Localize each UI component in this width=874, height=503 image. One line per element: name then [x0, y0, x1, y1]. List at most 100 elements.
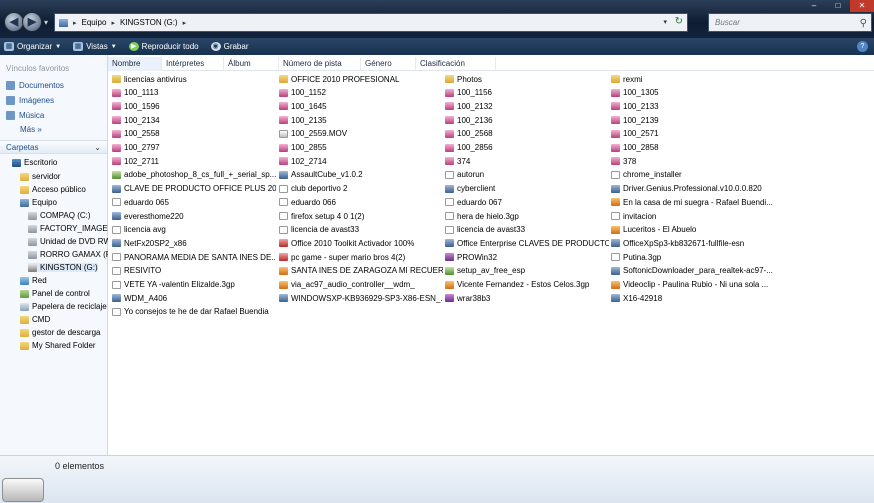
- tree-item-servidor[interactable]: servidor: [20, 172, 60, 181]
- file-item[interactable]: invitacion: [611, 210, 773, 222]
- more-favorites-link[interactable]: Más »: [20, 125, 42, 134]
- file-item[interactable]: 378: [611, 155, 773, 167]
- file-item[interactable]: Vicente Fernandez - Estos Celos.3gp: [445, 279, 609, 291]
- file-item[interactable]: autorun: [445, 169, 609, 181]
- tree-item-dvd[interactable]: Unidad de DVD RW: [28, 237, 111, 246]
- folders-header[interactable]: Carpetas ⌄: [0, 140, 107, 154]
- tree-item-panel-de-control[interactable]: Panel de control: [20, 289, 90, 298]
- file-item[interactable]: OFFICE 2010 PROFESIONAL: [279, 73, 443, 85]
- organize-button[interactable]: ▦ Organizar ▼: [4, 42, 61, 51]
- file-item[interactable]: setup_av_free_esp: [445, 265, 609, 277]
- views-button[interactable]: ▦ Vistas ▼: [73, 42, 117, 51]
- file-item[interactable]: Yo consejos te he de dar Rafael Buendia: [112, 306, 276, 318]
- chevron-right-icon[interactable]: ▸: [73, 19, 77, 27]
- file-item[interactable]: 102_2714: [279, 155, 443, 167]
- file-item[interactable]: 100_2855: [279, 142, 443, 154]
- file-item[interactable]: eduardo 066: [279, 196, 443, 208]
- recent-pages-dropdown-icon[interactable]: ▾: [44, 18, 48, 27]
- file-item[interactable]: PANORAMA MEDIA DE SANTA INES DE...: [112, 251, 276, 263]
- file-item[interactable]: 100_1152: [279, 87, 443, 99]
- file-item[interactable]: Photos: [445, 73, 609, 85]
- file-item[interactable]: licencias antivirus: [112, 73, 276, 85]
- breadcrumb-equipo[interactable]: Equipo: [82, 18, 107, 27]
- file-item[interactable]: cyberclient: [445, 183, 609, 195]
- chevron-right-icon[interactable]: ▸: [183, 19, 187, 27]
- file-item[interactable]: PROWin32: [445, 251, 609, 263]
- file-item[interactable]: wrar38b3: [445, 292, 609, 304]
- file-item[interactable]: 100_1113: [112, 87, 276, 99]
- tree-item-equipo[interactable]: Equipo: [20, 198, 57, 207]
- tree-item-acceso-publico[interactable]: Acceso público: [20, 185, 86, 194]
- favorite-musica[interactable]: Música: [6, 111, 44, 120]
- file-item[interactable]: OfficeXpSp3-kb832671-fullfile-esn: [611, 237, 773, 249]
- file-item[interactable]: WINDOWSXP-KB936929-SP3-X86-ESN_...: [279, 292, 443, 304]
- file-item[interactable]: 100_2133: [611, 100, 773, 112]
- tree-item-papelera[interactable]: Papelera de reciclaje: [20, 302, 107, 311]
- file-item[interactable]: eduardo 067: [445, 196, 609, 208]
- minimize-button[interactable]: –: [802, 0, 826, 12]
- file-item[interactable]: 100_2558: [112, 128, 276, 140]
- file-item[interactable]: Luceritos - El Abuelo: [611, 224, 773, 236]
- file-item[interactable]: NetFx20SP2_x86: [112, 237, 276, 249]
- file-item[interactable]: licencia avg: [112, 224, 276, 236]
- file-item[interactable]: 100_1156: [445, 87, 609, 99]
- tree-item-my-shared-folder[interactable]: My Shared Folder: [20, 341, 96, 350]
- file-item[interactable]: 100_2139: [611, 114, 773, 126]
- file-item[interactable]: Putina.3gp: [611, 251, 773, 263]
- file-item[interactable]: SANTA INES DE ZARAGOZA MI RECUER...: [279, 265, 443, 277]
- file-item[interactable]: 100_1596: [112, 100, 276, 112]
- file-item[interactable]: eduardo 065: [112, 196, 276, 208]
- file-item[interactable]: X16-42918: [611, 292, 773, 304]
- burn-button[interactable]: ◉ Grabar: [210, 42, 249, 51]
- file-item[interactable]: WDM_A406: [112, 292, 276, 304]
- file-item[interactable]: rexmi: [611, 73, 773, 85]
- file-item[interactable]: via_ac97_audio_controller__wdm_: [279, 279, 443, 291]
- file-item[interactable]: 100_1645: [279, 100, 443, 112]
- file-item[interactable]: 102_2711: [112, 155, 276, 167]
- address-dropdown-icon[interactable]: ▾: [663, 18, 667, 26]
- tree-item-factory-image[interactable]: FACTORY_IMAGE: [28, 224, 108, 233]
- file-item[interactable]: 100_2797: [112, 142, 276, 154]
- file-item[interactable]: 100_2568: [445, 128, 609, 140]
- file-item[interactable]: pc game - super mario bros 4(2): [279, 251, 443, 263]
- file-item[interactable]: 100_2132: [445, 100, 609, 112]
- help-icon[interactable]: ?: [857, 41, 868, 52]
- favorite-documentos[interactable]: Documentos: [6, 81, 64, 90]
- back-button[interactable]: ◀: [4, 12, 24, 32]
- file-item[interactable]: RESIVITO: [112, 265, 276, 277]
- maximize-button[interactable]: □: [826, 0, 850, 12]
- file-item[interactable]: AssaultCube_v1.0.2: [279, 169, 443, 181]
- file-item[interactable]: 100_2134: [112, 114, 276, 126]
- file-item[interactable]: Office Enterprise CLAVES DE PRODUCTO: [445, 237, 609, 249]
- file-item[interactable]: hera de hielo.3gp: [445, 210, 609, 222]
- tree-item-gestor-de-descarga[interactable]: gestor de descarga: [20, 328, 101, 337]
- file-item[interactable]: Videoclip - Paulina Rubio - Ni una sola …: [611, 279, 773, 291]
- play-all-button[interactable]: ▶ Reproducir todo: [128, 42, 199, 51]
- file-item[interactable]: 100_2858: [611, 142, 773, 154]
- tree-item-kingston[interactable]: KINGSTON (G:): [28, 263, 98, 272]
- file-item[interactable]: 100_1305: [611, 87, 773, 99]
- close-button[interactable]: ✕: [850, 0, 874, 12]
- file-item[interactable]: licencia de avast33: [279, 224, 443, 236]
- file-item[interactable]: chrome_installer: [611, 169, 773, 181]
- address-box[interactable]: ▸ Equipo ▸ KINGSTON (G:) ▸ ▾ ↻: [54, 13, 688, 32]
- file-item[interactable]: adobe_photoshop_8_cs_full_+_serial_sp...: [112, 169, 276, 181]
- tree-item-rorro-gamax[interactable]: RORRO GAMAX (F: [28, 250, 111, 259]
- file-item[interactable]: licencia de avast33: [445, 224, 609, 236]
- tree-item-cmd[interactable]: CMD: [20, 315, 50, 324]
- file-item[interactable]: Driver.Genius.Professional.v10.0.0.820: [611, 183, 773, 195]
- refresh-icon[interactable]: ↻: [675, 16, 683, 27]
- file-item[interactable]: 100_2571: [611, 128, 773, 140]
- file-item[interactable]: Office 2010 Toolkit Activador 100%: [279, 237, 443, 249]
- file-item[interactable]: CLAVE DE PRODUCTO OFFICE PLUS 2010: [112, 183, 276, 195]
- file-item[interactable]: 100_2136: [445, 114, 609, 126]
- forward-button[interactable]: ▶: [22, 12, 42, 32]
- file-item[interactable]: VETE YA -valentin Elizalde.3gp: [112, 279, 276, 291]
- file-item[interactable]: 100_2135: [279, 114, 443, 126]
- tree-item-red[interactable]: Red: [20, 276, 47, 285]
- tree-item-escritorio[interactable]: Escritorio: [12, 158, 57, 167]
- file-item[interactable]: firefox setup 4 0 1(2): [279, 210, 443, 222]
- file-item[interactable]: 100_2559.MOV: [279, 128, 443, 140]
- file-item[interactable]: everesthome220: [112, 210, 276, 222]
- breadcrumb-kingston[interactable]: KINGSTON (G:): [120, 18, 178, 27]
